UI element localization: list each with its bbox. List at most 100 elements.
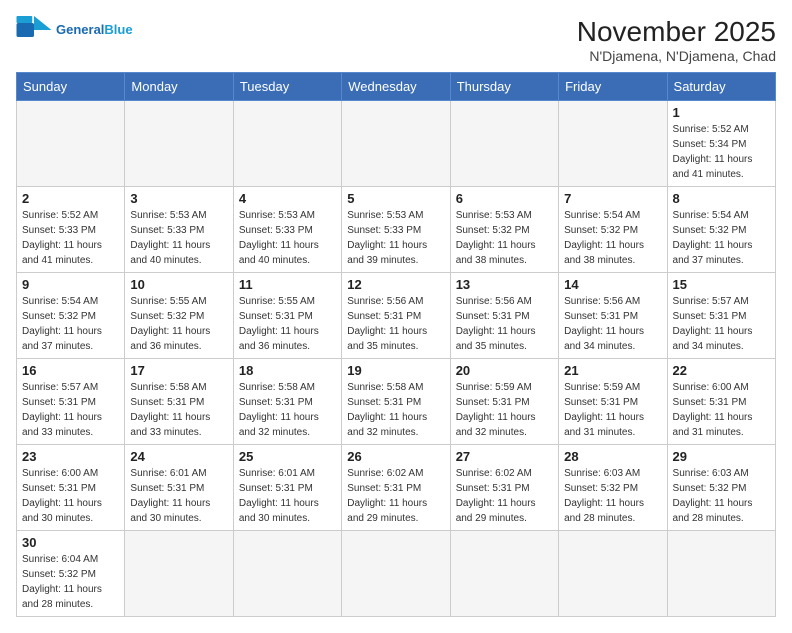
calendar-cell <box>450 101 558 187</box>
calendar-cell: 3Sunrise: 5:53 AM Sunset: 5:33 PM Daylig… <box>125 187 233 273</box>
weekday-header-friday: Friday <box>559 73 667 101</box>
calendar-week-5: 30Sunrise: 6:04 AM Sunset: 5:32 PM Dayli… <box>17 531 776 617</box>
day-number: 24 <box>130 449 227 464</box>
calendar-cell: 6 Sunrise: 5:53 AM Sunset: 5:32 PM Daylig… <box>450 187 558 273</box>
day-info: Sunrise: 5:56 AM Sunset: 5:31 PM Dayligh… <box>456 294 553 354</box>
day-info: Sunrise: 6:02 AM Sunset: 5:31 PM Dayligh… <box>347 466 444 526</box>
day-number: 22 <box>673 363 770 378</box>
calendar-cell: 28 Sunrise: 6:03 AM Sunset: 5:32 PM Dayli… <box>559 445 667 531</box>
calendar-cell: 21 Sunrise: 5:59 AM Sunset: 5:31 PM Dayli… <box>559 359 667 445</box>
weekday-header-sunday: Sunday <box>17 73 125 101</box>
day-info: Sunrise: 5:52 AM Sunset: 5:33 PM Dayligh… <box>22 208 119 268</box>
day-info: Sunrise: 5:57 AM Sunset: 5:31 PM Dayligh… <box>673 294 770 354</box>
calendar-cell <box>559 531 667 617</box>
calendar-cell: 7 Sunrise: 5:54 AM Sunset: 5:32 PM Daylig… <box>559 187 667 273</box>
calendar-cell: 20Sunrise: 5:59 AM Sunset: 5:31 PM Dayli… <box>450 359 558 445</box>
day-number: 8 <box>673 191 770 206</box>
calendar-cell: 1Sunrise: 5:52 AM Sunset: 5:34 PM Daylig… <box>667 101 775 187</box>
day-info: Sunrise: 6:03 AM Sunset: 5:32 PM Dayligh… <box>673 466 770 526</box>
calendar-cell: 14Sunrise: 5:56 AM Sunset: 5:31 PM Dayli… <box>559 273 667 359</box>
calendar-cell <box>667 531 775 617</box>
calendar-cell: 10 Sunrise: 5:55 AM Sunset: 5:32 PM Dayli… <box>125 273 233 359</box>
day-info: Sunrise: 5:58 AM Sunset: 5:31 PM Dayligh… <box>347 380 444 440</box>
calendar-cell: 30Sunrise: 6:04 AM Sunset: 5:32 PM Dayli… <box>17 531 125 617</box>
calendar-cell: 19 Sunrise: 5:58 AM Sunset: 5:31 PM Dayli… <box>342 359 450 445</box>
day-number: 5 <box>347 191 444 206</box>
day-info: Sunrise: 6:03 AM Sunset: 5:32 PM Dayligh… <box>564 466 661 526</box>
day-info: Sunrise: 5:54 AM Sunset: 5:32 PM Dayligh… <box>22 294 119 354</box>
day-number: 3 <box>130 191 227 206</box>
calendar-cell: 29Sunrise: 6:03 AM Sunset: 5:32 PM Dayli… <box>667 445 775 531</box>
logo-general: General <box>56 22 104 37</box>
day-number: 21 <box>564 363 661 378</box>
day-info: Sunrise: 6:01 AM Sunset: 5:31 PM Dayligh… <box>130 466 227 526</box>
calendar-cell: 11 Sunrise: 5:55 AM Sunset: 5:31 PM Dayli… <box>233 273 341 359</box>
day-info: Sunrise: 5:58 AM Sunset: 5:31 PM Dayligh… <box>130 380 227 440</box>
day-number: 2 <box>22 191 119 206</box>
day-info: Sunrise: 5:55 AM Sunset: 5:31 PM Dayligh… <box>239 294 336 354</box>
day-info: Sunrise: 6:00 AM Sunset: 5:31 PM Dayligh… <box>22 466 119 526</box>
calendar-cell: 27 Sunrise: 6:02 AM Sunset: 5:31 PM Dayli… <box>450 445 558 531</box>
logo-text: GeneralBlue <box>56 22 133 38</box>
calendar-cell: 9 Sunrise: 5:54 AM Sunset: 5:32 PM Daylig… <box>17 273 125 359</box>
day-info: Sunrise: 6:02 AM Sunset: 5:31 PM Dayligh… <box>456 466 553 526</box>
day-number: 10 <box>130 277 227 292</box>
weekday-row: SundayMondayTuesdayWednesdayThursdayFrid… <box>17 73 776 101</box>
calendar-cell: 8 Sunrise: 5:54 AM Sunset: 5:32 PM Daylig… <box>667 187 775 273</box>
logo-blue: Blue <box>104 22 132 37</box>
calendar-cell <box>559 101 667 187</box>
day-number: 25 <box>239 449 336 464</box>
calendar-cell <box>233 101 341 187</box>
calendar-week-4: 23 Sunrise: 6:00 AM Sunset: 5:31 PM Dayli… <box>17 445 776 531</box>
day-number: 27 <box>456 449 553 464</box>
day-info: Sunrise: 6:04 AM Sunset: 5:32 PM Dayligh… <box>22 552 119 612</box>
month-title: November 2025 <box>577 16 776 48</box>
day-info: Sunrise: 5:54 AM Sunset: 5:32 PM Dayligh… <box>564 208 661 268</box>
day-info: Sunrise: 5:55 AM Sunset: 5:32 PM Dayligh… <box>130 294 227 354</box>
day-number: 17 <box>130 363 227 378</box>
day-info: Sunrise: 5:53 AM Sunset: 5:32 PM Dayligh… <box>456 208 553 268</box>
calendar-cell: 25 Sunrise: 6:01 AM Sunset: 5:31 PM Dayli… <box>233 445 341 531</box>
day-number: 19 <box>347 363 444 378</box>
day-number: 28 <box>564 449 661 464</box>
day-number: 15 <box>673 277 770 292</box>
calendar-cell <box>125 531 233 617</box>
calendar-cell: 23 Sunrise: 6:00 AM Sunset: 5:31 PM Dayli… <box>17 445 125 531</box>
calendar-cell: 26Sunrise: 6:02 AM Sunset: 5:31 PM Dayli… <box>342 445 450 531</box>
day-number: 6 <box>456 191 553 206</box>
calendar-cell: 15 Sunrise: 5:57 AM Sunset: 5:31 PM Dayli… <box>667 273 775 359</box>
calendar-cell: 24 Sunrise: 6:01 AM Sunset: 5:31 PM Dayli… <box>125 445 233 531</box>
location-title: N'Djamena, N'Djamena, Chad <box>577 48 776 64</box>
calendar-week-3: 16Sunrise: 5:57 AM Sunset: 5:31 PM Dayli… <box>17 359 776 445</box>
calendar-cell: 16Sunrise: 5:57 AM Sunset: 5:31 PM Dayli… <box>17 359 125 445</box>
day-info: Sunrise: 5:54 AM Sunset: 5:32 PM Dayligh… <box>673 208 770 268</box>
weekday-header-saturday: Saturday <box>667 73 775 101</box>
calendar-cell: 18Sunrise: 5:58 AM Sunset: 5:31 PM Dayli… <box>233 359 341 445</box>
calendar-header: SundayMondayTuesdayWednesdayThursdayFrid… <box>17 73 776 101</box>
day-info: Sunrise: 5:59 AM Sunset: 5:31 PM Dayligh… <box>564 380 661 440</box>
weekday-header-thursday: Thursday <box>450 73 558 101</box>
day-number: 23 <box>22 449 119 464</box>
day-info: Sunrise: 6:00 AM Sunset: 5:31 PM Dayligh… <box>673 380 770 440</box>
calendar-cell: 2 Sunrise: 5:52 AM Sunset: 5:33 PM Daylig… <box>17 187 125 273</box>
day-info: Sunrise: 5:52 AM Sunset: 5:34 PM Dayligh… <box>673 122 770 182</box>
day-number: 13 <box>456 277 553 292</box>
calendar-week-2: 9 Sunrise: 5:54 AM Sunset: 5:32 PM Daylig… <box>17 273 776 359</box>
logo: GeneralBlue <box>16 16 133 44</box>
calendar-cell <box>450 531 558 617</box>
day-number: 20 <box>456 363 553 378</box>
day-info: Sunrise: 5:56 AM Sunset: 5:31 PM Dayligh… <box>347 294 444 354</box>
calendar-cell: 22 Sunrise: 6:00 AM Sunset: 5:31 PM Dayli… <box>667 359 775 445</box>
day-info: Sunrise: 5:53 AM Sunset: 5:33 PM Dayligh… <box>239 208 336 268</box>
logo-icon <box>16 16 52 44</box>
day-number: 7 <box>564 191 661 206</box>
calendar-cell: 4Sunrise: 5:53 AM Sunset: 5:33 PM Daylig… <box>233 187 341 273</box>
day-number: 9 <box>22 277 119 292</box>
weekday-header-monday: Monday <box>125 73 233 101</box>
calendar-week-0: 1Sunrise: 5:52 AM Sunset: 5:34 PM Daylig… <box>17 101 776 187</box>
weekday-header-wednesday: Wednesday <box>342 73 450 101</box>
day-info: Sunrise: 5:53 AM Sunset: 5:33 PM Dayligh… <box>347 208 444 268</box>
calendar-cell: 12Sunrise: 5:56 AM Sunset: 5:31 PM Dayli… <box>342 273 450 359</box>
day-number: 11 <box>239 277 336 292</box>
day-info: Sunrise: 6:01 AM Sunset: 5:31 PM Dayligh… <box>239 466 336 526</box>
